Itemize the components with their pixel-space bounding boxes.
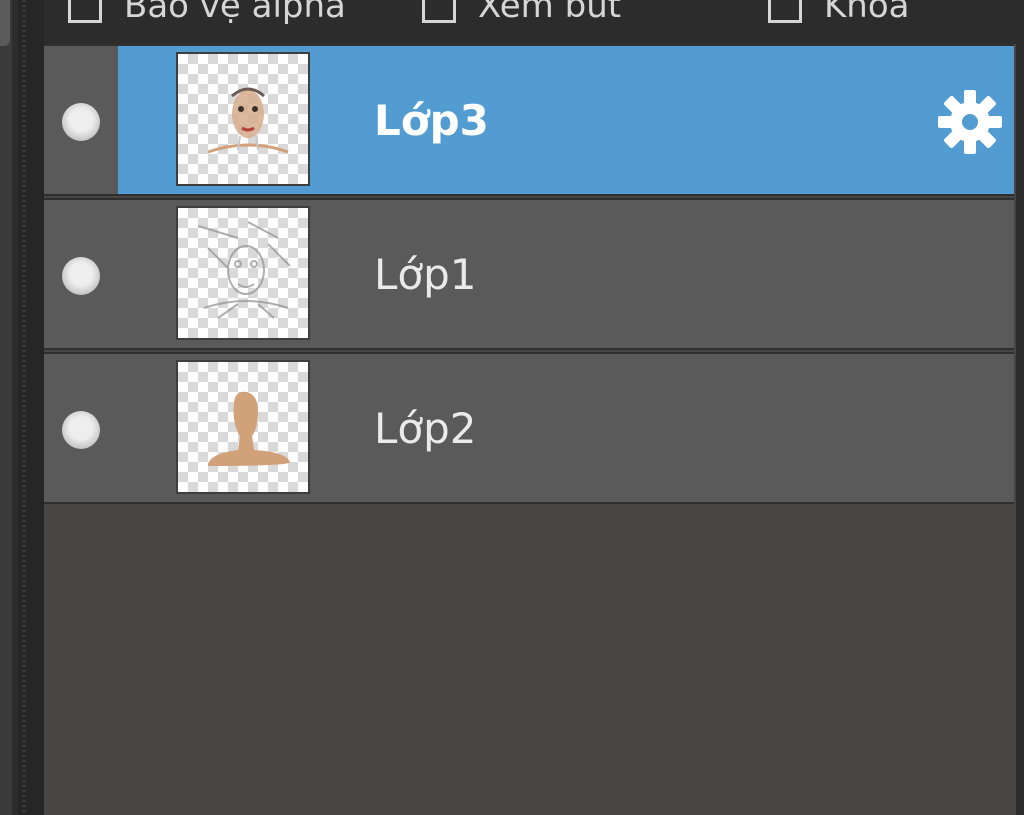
layer-row-body[interactable]: Lớp1 [118,200,1014,348]
layer-thumbnail [176,206,310,340]
visibility-column [44,354,118,502]
layer-list: Lớp3 Lớp1 Lớp2 [44,44,1016,815]
protect-alpha-option[interactable]: Bảo vệ alpha [68,0,346,26]
layer-row-lop2[interactable]: Lớp2 [44,352,1014,504]
view-option[interactable]: Xem bút [422,0,621,26]
protect-alpha-label: Bảo vệ alpha [124,0,346,26]
layer-name: Lớp3 [374,96,489,145]
lock-label: Khóa [824,0,910,26]
view-checkbox[interactable] [422,0,456,23]
visibility-toggle[interactable] [62,103,100,141]
panel-left-edge [0,0,12,815]
layer-thumbnail [176,360,310,494]
skin-silhouette-icon [208,391,290,466]
resize-grip [22,0,26,815]
layer-row-lop1[interactable]: Lớp1 [44,198,1014,350]
layer-row-lop3[interactable]: Lớp3 [44,44,1014,196]
layer-thumbnail [176,52,310,186]
visibility-toggle[interactable] [62,411,100,449]
protect-alpha-checkbox[interactable] [68,0,102,23]
lock-option[interactable]: Khóa [768,0,909,26]
view-label: Xem bút [478,0,622,26]
layer-options-bar: Bảo vệ alpha Xem bút Khóa [44,0,1024,44]
layer-row-body[interactable]: Lớp2 [118,354,1014,502]
layers-panel: Bảo vệ alpha Xem bút Khóa Lớp3 Lớp1 Lớp2 [0,0,1024,815]
visibility-column [44,200,118,348]
layer-row-body[interactable]: Lớp3 [118,46,1014,194]
face-sketch-colored-icon [207,87,289,154]
visibility-column [44,46,118,194]
visibility-toggle[interactable] [62,257,100,295]
gear-icon[interactable] [934,86,1006,158]
layer-name: Lớp2 [374,404,477,453]
panel-collapse-tab[interactable] [0,0,10,46]
face-sketch-lines-icon [197,221,291,319]
lock-checkbox[interactable] [768,0,802,23]
layer-name: Lớp1 [374,250,477,299]
